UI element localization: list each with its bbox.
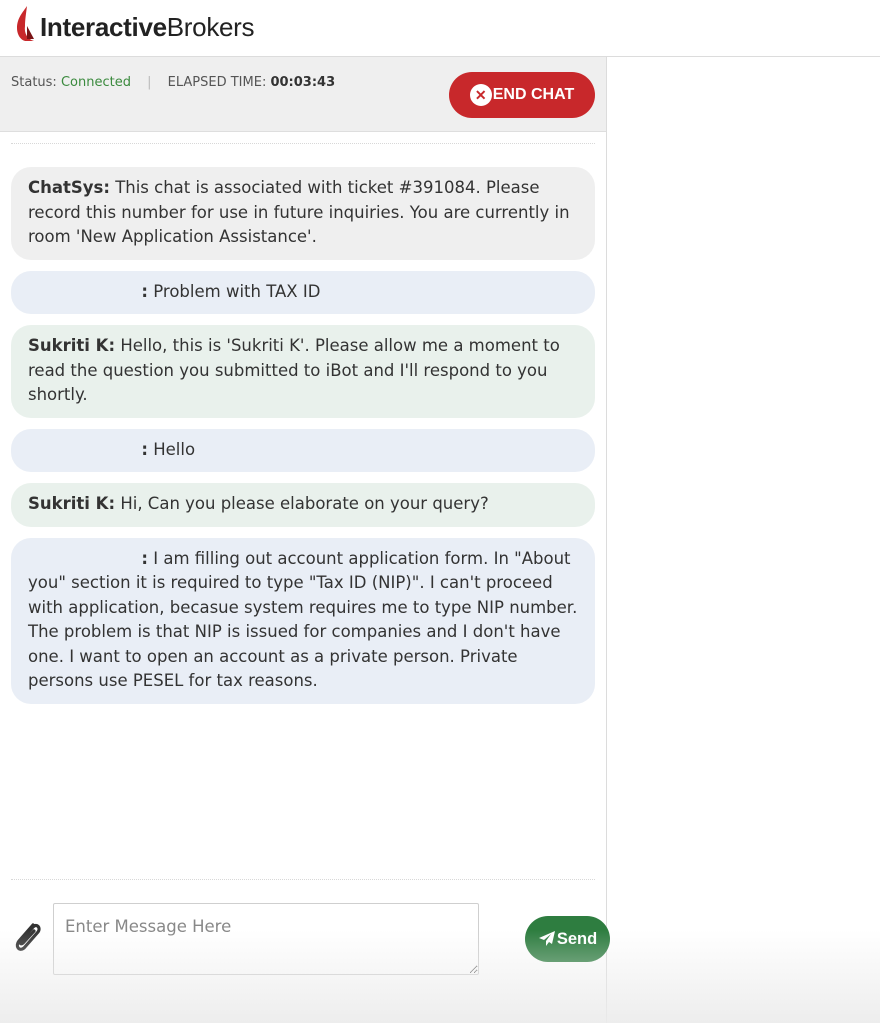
user-message: : Hello xyxy=(11,428,595,472)
message-input[interactable] xyxy=(53,903,479,975)
message-text: Hi, Can you please elaborate on your que… xyxy=(120,494,489,513)
logo-bold-text: Interactive xyxy=(40,11,167,42)
message-author: Sukriti K: xyxy=(28,336,116,355)
status-line: Status: Connected | ELAPSED TIME: 00:03:… xyxy=(11,75,335,90)
status-value: Connected xyxy=(60,75,131,90)
message-text: Problem with TAX ID xyxy=(153,281,321,301)
interactive-brokers-logo[interactable]: InteractiveBrokers xyxy=(14,4,255,44)
user-message: : Problem with TAX ID xyxy=(11,270,595,314)
close-circle-icon: ✕ xyxy=(469,84,492,106)
agent-message: Sukriti K: Hi, Can you please elaborate … xyxy=(11,483,595,527)
paper-plane-icon xyxy=(538,931,555,946)
brokers-flame-logo-icon xyxy=(17,6,34,41)
chat-status-bar: Status: Connected | ELAPSED TIME: 00:03:… xyxy=(0,57,606,132)
chat-panel: Status: Connected | ELAPSED TIME: 00:03:… xyxy=(0,57,610,1023)
status-label: Status: xyxy=(11,75,57,90)
user-message: : I am filling out account application f… xyxy=(11,537,595,704)
top-header: InteractiveBrokers xyxy=(0,0,880,57)
logo-wordmark: InteractiveBrokers xyxy=(40,6,255,43)
message-text: This chat is associated with ticket #391… xyxy=(28,178,570,246)
paperclip-icon[interactable] xyxy=(9,917,45,957)
message-text: Hello xyxy=(153,439,196,459)
agent-message: Sukriti K: Hello, this is 'Sukriti K'. P… xyxy=(11,325,595,418)
message-author: : xyxy=(141,281,148,301)
elapsed-time-label: ELAPSED TIME: xyxy=(167,75,267,90)
message-author: : xyxy=(141,439,148,459)
message-author: ChatSys: xyxy=(28,178,110,197)
system-message: ChatSys: This chat is associated with ti… xyxy=(11,167,595,260)
send-button[interactable]: Send xyxy=(525,916,610,962)
logo-regular-text: Brokers xyxy=(166,11,255,42)
composer-divider xyxy=(11,879,595,880)
status-separator: | xyxy=(147,75,152,90)
message-author: : xyxy=(141,548,148,568)
messages-top-divider xyxy=(11,143,595,144)
send-label: Send xyxy=(556,929,598,948)
end-chat-button[interactable]: ✕ END CHAT xyxy=(449,72,595,118)
message-author: Sukriti K: xyxy=(28,494,116,513)
elapsed-time-value: 00:03:43 xyxy=(270,75,336,90)
message-list: ChatSys: This chat is associated with ti… xyxy=(11,167,595,715)
end-chat-label: END CHAT xyxy=(492,86,575,103)
